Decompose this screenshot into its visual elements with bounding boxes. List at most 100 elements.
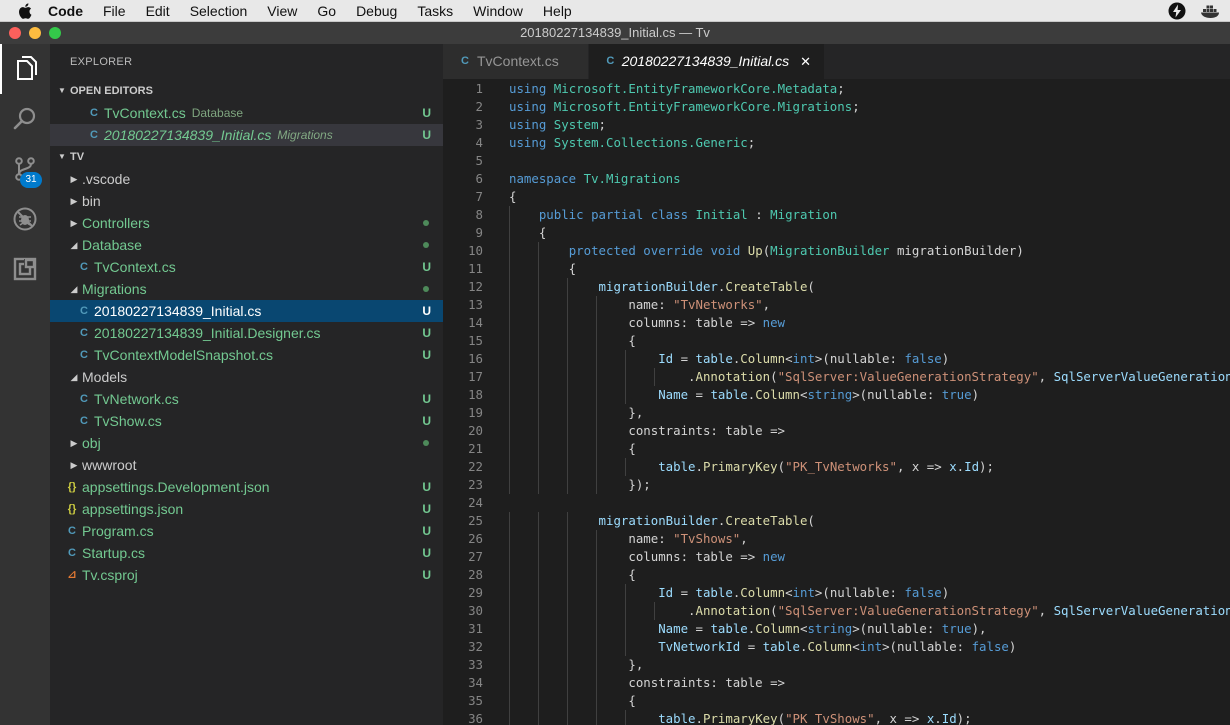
code-line[interactable]: 30 .Annotation("SqlServer:ValueGeneratio… (443, 602, 1230, 620)
tree-file-appsettings[interactable]: {} appsettings.json U (50, 498, 443, 520)
debug-icon[interactable] (0, 194, 50, 244)
project-folder-header[interactable]: ▼ TV (50, 146, 443, 168)
tree-file-program[interactable]: C Program.cs U (50, 520, 443, 542)
tree-folder-migrations[interactable]: ◢ Migrations (50, 278, 443, 300)
code-line[interactable]: 14 columns: table => new (443, 314, 1230, 332)
code-line[interactable]: 5 (443, 152, 1230, 170)
bolt-status-icon[interactable] (1168, 2, 1186, 23)
tree-file-tvnetwork[interactable]: C TvNetwork.cs U (50, 388, 443, 410)
code-token: partial (591, 207, 644, 222)
code-line[interactable]: 13 name: "TvNetworks", (443, 296, 1230, 314)
code-line[interactable]: 10 protected override void Up(MigrationB… (443, 242, 1230, 260)
tab-initial[interactable]: C 20180227134839_Initial.cs ✕ (589, 44, 825, 79)
code-line[interactable]: 20 constraints: table => (443, 422, 1230, 440)
code-token: "SqlServer:ValueGenerationStrategy" (777, 603, 1039, 618)
tree-folder-database[interactable]: ◢ Database (50, 234, 443, 256)
code-token: = (673, 351, 696, 366)
code-line[interactable]: 24 (443, 494, 1230, 512)
code-line[interactable]: 27 columns: table => new (443, 548, 1230, 566)
code-line[interactable]: 17 .Annotation("SqlServer:ValueGeneratio… (443, 368, 1230, 386)
extensions-icon[interactable] (0, 244, 50, 294)
code-line[interactable]: 25 migrationBuilder.CreateTable( (443, 512, 1230, 530)
chevron-right-icon: ▶ (70, 218, 78, 228)
code-line[interactable]: 34 constraints: table => (443, 674, 1230, 692)
code-line[interactable]: 4 using System.Collections.Generic; (443, 134, 1230, 152)
code-line[interactable]: 28 { (443, 566, 1230, 584)
source-control-icon[interactable]: 31 (0, 144, 50, 194)
menu-tasks[interactable]: Tasks (417, 0, 453, 22)
menu-view[interactable]: View (267, 0, 297, 22)
code-text: table.PrimaryKey("PK_TvNetworks", x => x… (509, 458, 994, 476)
code-token: "TvShows" (673, 531, 741, 546)
docker-status-icon[interactable] (1200, 3, 1222, 22)
code-line[interactable]: 8 public partial class Initial : Migrati… (443, 206, 1230, 224)
tree-folder-models[interactable]: ◢ Models (50, 366, 443, 388)
tree-file-tvshow[interactable]: C TvShow.cs U (50, 410, 443, 432)
modified-dot-icon (423, 440, 429, 446)
menu-help[interactable]: Help (543, 0, 572, 22)
tree-file-snapshot[interactable]: C TvContextModelSnapshot.cs U (50, 344, 443, 366)
code-line[interactable]: 21 { (443, 440, 1230, 458)
tree-folder-bin[interactable]: ▶ bin (50, 190, 443, 212)
code-line[interactable]: 23 }); (443, 476, 1230, 494)
code-token: { (509, 261, 577, 276)
code-line[interactable]: 29 Id = table.Column<int>(nullable: fals… (443, 584, 1230, 602)
code-line[interactable]: 1 using Microsoft.EntityFrameworkCore.Met… (443, 80, 1230, 98)
close-icon[interactable]: ✕ (799, 44, 812, 79)
code-line[interactable]: 35 { (443, 692, 1230, 710)
code-token: ) (971, 387, 980, 402)
code-line[interactable]: 9 { (443, 224, 1230, 242)
menu-window[interactable]: Window (473, 0, 523, 22)
git-status-untracked: U (422, 260, 431, 274)
tree-file-appsettings-dev[interactable]: {} appsettings.Development.json U (50, 476, 443, 498)
code-token: protected (568, 243, 636, 258)
code-line[interactable]: 31 Name = table.Column<string>(nullable:… (443, 620, 1230, 638)
modified-dot-icon (423, 286, 429, 292)
tree-file-csproj[interactable]: ⊿ Tv.csproj U (50, 564, 443, 586)
line-number: 13 (468, 297, 483, 312)
code-line[interactable]: 15 { (443, 332, 1230, 350)
code-line[interactable]: 3 using System; (443, 116, 1230, 134)
code-line[interactable]: 18 Name = table.Column<string>(nullable:… (443, 386, 1230, 404)
code-line[interactable]: 12 migrationBuilder.CreateTable( (443, 278, 1230, 296)
tab-tvcontext[interactable]: C TvContext.cs (443, 44, 589, 79)
code-line[interactable]: 19 }, (443, 404, 1230, 422)
code-line[interactable]: 16 Id = table.Column<int>(nullable: fals… (443, 350, 1230, 368)
code-line[interactable]: 2 using Microsoft.EntityFrameworkCore.Mig… (443, 98, 1230, 116)
tree-file-tvcontext[interactable]: C TvContext.cs U (50, 256, 443, 278)
tree-folder-controllers[interactable]: ▶ Controllers (50, 212, 443, 234)
code-line[interactable]: 26 name: "TvShows", (443, 530, 1230, 548)
code-text: { (509, 692, 635, 710)
code-token: >(nullable: (852, 387, 942, 402)
explorer-icon[interactable] (0, 44, 50, 94)
tree-file-initial-selected[interactable]: C 20180227134839_Initial.cs U (50, 300, 443, 322)
menu-app-name[interactable]: Code (48, 0, 83, 22)
code-line[interactable]: 33 }, (443, 656, 1230, 674)
code-token: x (949, 459, 957, 474)
tree-folder-obj[interactable]: ▶ obj (50, 432, 443, 454)
code-line[interactable]: 36 table.PrimaryKey("PK_TvShows", x => x… (443, 710, 1230, 725)
tree-file-initial-designer[interactable]: C 20180227134839_Initial.Designer.cs U (50, 322, 443, 344)
code-line[interactable]: 22 table.PrimaryKey("PK_TvNetworks", x =… (443, 458, 1230, 476)
code-line[interactable]: 6 namespace Tv.Migrations (443, 170, 1230, 188)
code-line[interactable]: 11 { (443, 260, 1230, 278)
apple-logo-icon[interactable] (18, 2, 36, 20)
open-editors-header[interactable]: ▼ OPEN EDITORS (50, 80, 443, 102)
window-titlebar: 20180227134839_Initial.cs — Tv (0, 22, 1230, 44)
open-editor-item[interactable]: C TvContext.cs Database U (50, 102, 443, 124)
menu-file[interactable]: File (103, 0, 126, 22)
code-line[interactable]: 32 TvNetworkId = table.Column<int>(nulla… (443, 638, 1230, 656)
code-line[interactable]: 7{ (443, 188, 1230, 206)
tree-file-startup[interactable]: C Startup.cs U (50, 542, 443, 564)
menu-selection[interactable]: Selection (190, 0, 248, 22)
menu-debug[interactable]: Debug (356, 0, 397, 22)
tree-folder-vscode[interactable]: ▶ .vscode (50, 168, 443, 190)
menu-edit[interactable]: Edit (146, 0, 170, 22)
menu-go[interactable]: Go (317, 0, 336, 22)
tree-folder-wwwroot[interactable]: ▶ wwwroot (50, 454, 443, 476)
search-icon[interactable] (0, 94, 50, 144)
code-editor[interactable]: 1 using Microsoft.EntityFrameworkCore.Met… (443, 79, 1230, 725)
open-editor-item[interactable]: C 20180227134839_Initial.cs Migrations U (50, 124, 443, 146)
